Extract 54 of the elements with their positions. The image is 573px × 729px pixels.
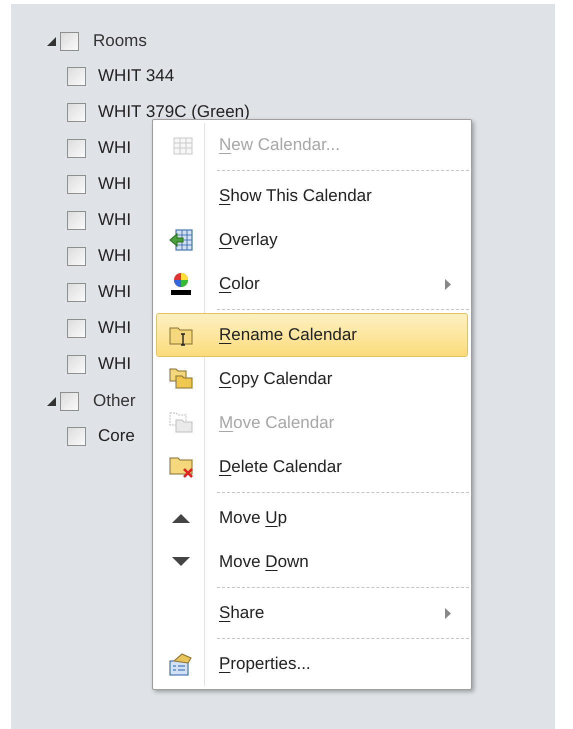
menu-item-label: Copy Calendar <box>219 368 332 390</box>
checkbox[interactable] <box>67 246 86 266</box>
calendar-label[interactable]: WHI <box>98 171 132 197</box>
calendar-label[interactable]: Core <box>98 423 135 449</box>
menu-item-label: Share <box>219 602 264 624</box>
menu-item-label: Move Up <box>219 507 288 530</box>
checkbox[interactable] <box>67 282 86 302</box>
menu-item[interactable]: Move Down <box>156 540 468 584</box>
menu-item[interactable]: Move Up <box>156 496 468 540</box>
up-triangle-icon <box>172 513 190 523</box>
expanded-triangle-icon[interactable] <box>46 36 56 46</box>
color-wheel-icon <box>168 271 194 297</box>
checkbox[interactable] <box>67 66 86 86</box>
menu-item-label: Properties... <box>219 653 311 676</box>
calendar-label[interactable]: WHI <box>98 351 132 377</box>
calendar-label[interactable]: WHI <box>98 243 132 269</box>
properties-icon <box>168 651 194 677</box>
expanded-triangle-icon[interactable] <box>46 396 56 406</box>
checkbox[interactable] <box>67 318 86 338</box>
checkbox[interactable] <box>67 210 86 230</box>
checkbox[interactable] <box>67 426 86 446</box>
group-label[interactable]: Rooms <box>93 28 147 54</box>
menu-item[interactable]: Share <box>156 591 468 635</box>
menu-item-label: Rename Calendar <box>219 324 357 346</box>
menu-item[interactable]: Rename Calendar <box>156 313 468 357</box>
menu-item[interactable]: Show This Calendar <box>156 174 468 218</box>
checkbox[interactable] <box>67 354 86 374</box>
menu-item-label: Move Down <box>219 551 309 574</box>
checkbox[interactable] <box>67 174 86 194</box>
menu-item[interactable]: Color <box>156 262 468 306</box>
menu-item[interactable]: Overlay <box>156 218 468 262</box>
menu-item-label: New Calendar... <box>219 134 340 156</box>
menu-item-label: Color <box>219 273 260 296</box>
checkbox[interactable] <box>60 32 79 50</box>
menu-item-label: Move Calendar <box>219 412 334 434</box>
checkbox[interactable] <box>67 138 86 158</box>
calendar-label[interactable]: WHI <box>98 207 132 233</box>
menu-item-label: Delete Calendar <box>219 456 342 478</box>
menu-item[interactable]: Properties... <box>156 642 468 686</box>
calendar-label[interactable]: WHI <box>98 135 132 161</box>
calendar-arrow-icon <box>168 227 194 253</box>
menu-item[interactable]: Copy Calendar <box>156 357 468 401</box>
menu-item[interactable]: Delete Calendar <box>156 445 468 489</box>
submenu-arrow-icon <box>445 608 451 618</box>
checkbox[interactable] <box>67 102 86 122</box>
group-label[interactable]: Other <box>93 388 136 414</box>
calendar-label[interactable]: WHIT 344 <box>98 63 174 89</box>
menu-item-label: Overlay <box>219 229 278 252</box>
submenu-arrow-icon <box>445 278 451 290</box>
down-triangle-icon <box>172 557 190 567</box>
calendar-label[interactable]: WHI <box>98 315 132 341</box>
calendar-label[interactable]: WHI <box>98 279 132 305</box>
menu-item-label: Show This Calendar <box>219 185 372 208</box>
checkbox[interactable] <box>60 392 79 410</box>
